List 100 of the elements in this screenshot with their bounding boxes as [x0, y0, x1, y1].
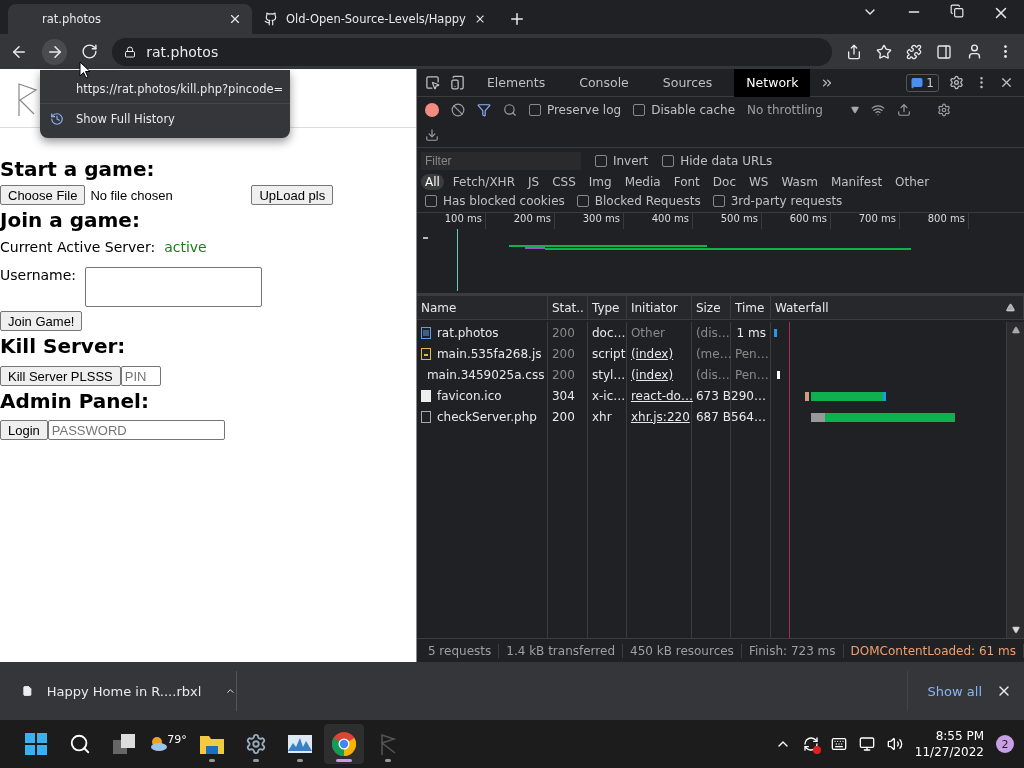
kill-server-button[interactable]: Kill Server PLSSS [0, 366, 121, 386]
settings-icon[interactable] [936, 103, 951, 117]
type-filter[interactable]: Font [669, 174, 704, 190]
scroll-up-icon[interactable] [1011, 326, 1020, 334]
network-icon[interactable] [858, 736, 875, 752]
devtools-tab[interactable]: Elements [474, 68, 558, 97]
download-item[interactable]: Happy Home in R....rbxl [0, 671, 237, 711]
volume-icon[interactable] [886, 736, 903, 752]
clear-icon[interactable] [450, 103, 465, 117]
sync-icon[interactable] [802, 736, 819, 752]
checkbox[interactable]: Hide data URLs [662, 154, 773, 168]
export-icon[interactable] [424, 128, 439, 142]
checkbox[interactable]: Invert [594, 154, 649, 168]
extensions-icon[interactable] [906, 43, 922, 60]
chrome-icon[interactable] [332, 732, 356, 756]
settings-icon[interactable] [949, 75, 964, 90]
table-cell-text: 200 [550, 366, 576, 384]
time-tick: 600 ms [789, 213, 827, 224]
type-filter[interactable]: Wasm [777, 174, 822, 190]
new-tab-icon[interactable] [508, 10, 526, 28]
task-view-icon[interactable] [113, 734, 135, 754]
scroll-down-icon[interactable] [1011, 626, 1020, 634]
issues-counter[interactable]: 1 [906, 73, 939, 92]
windows-icon[interactable] [25, 733, 47, 755]
choose-file-button[interactable]: Choose File [0, 185, 86, 205]
type-filter[interactable]: All [420, 174, 444, 190]
initiator-link[interactable]: react-do… [626, 385, 691, 406]
column-header[interactable]: Initiator [626, 296, 692, 319]
initiator-link[interactable]: (index) [626, 343, 691, 364]
devtools-tab[interactable]: Console [567, 68, 641, 97]
column-header[interactable]: Stat.. [547, 296, 588, 319]
checkbox[interactable]: Disable cache [633, 103, 736, 117]
join-game-button[interactable]: Join Game! [0, 311, 83, 331]
request-name[interactable]: checkServer.php [416, 406, 547, 427]
type-filter[interactable]: Doc [708, 174, 740, 190]
throttling-select[interactable]: No throttling [747, 103, 859, 117]
device-icon[interactable] [449, 75, 465, 90]
checkbox[interactable]: Blocked Requests [576, 194, 701, 208]
chart-app-icon[interactable] [288, 735, 312, 753]
folder-icon[interactable] [200, 734, 224, 754]
inspect-icon[interactable] [424, 75, 440, 90]
column-header[interactable]: Type [587, 296, 627, 319]
column-header[interactable]: Name [416, 296, 548, 319]
filter-icon[interactable] [476, 103, 491, 117]
type-filter[interactable]: CSS [548, 174, 580, 190]
clock[interactable]: 8:55 PM 11/27/2022 [914, 728, 984, 760]
forward-button[interactable] [42, 38, 68, 65]
checkbox[interactable]: Preserve log [528, 103, 622, 117]
search-icon[interactable] [69, 733, 91, 755]
request-name[interactable]: main.3459025a.css [416, 364, 547, 385]
initiator-link[interactable]: xhr.js:220 [626, 406, 691, 427]
type-filter[interactable]: Other [891, 174, 934, 190]
browser-tab[interactable]: rat.photos [8, 4, 252, 34]
weather-icon[interactable] [149, 736, 168, 752]
request-name[interactable]: favicon.ico [416, 385, 547, 406]
request-name[interactable]: main.535fa268.js [416, 343, 547, 364]
username-field[interactable] [85, 267, 263, 307]
devtools-tab[interactable]: Network [734, 68, 811, 97]
initiator-link[interactable]: (index) [626, 364, 691, 385]
browser-tab[interactable]: Old-Open-Source-Levels/Happy [252, 4, 496, 34]
import-icon[interactable] [896, 103, 911, 117]
filter-field[interactable]: Filter [420, 152, 581, 170]
history-item[interactable]: Show Full History [40, 104, 290, 134]
type-filter[interactable]: Media [620, 174, 665, 190]
type-filter[interactable]: Manifest [826, 174, 887, 190]
column-header[interactable]: Size [691, 296, 731, 319]
devtools-tab[interactable]: Sources [650, 68, 725, 97]
password-field[interactable]: PASSWORD [47, 420, 225, 440]
upload-button[interactable]: UpLoad pls [251, 185, 334, 205]
close-icon[interactable] [999, 75, 1014, 90]
keyboard-icon[interactable] [830, 736, 847, 752]
share-icon[interactable] [846, 43, 862, 60]
star-icon[interactable] [876, 43, 892, 60]
column-header[interactable]: Time [730, 296, 771, 319]
table-cell-text: script [590, 345, 626, 363]
type-filter[interactable]: WS [745, 174, 773, 190]
column-header[interactable]: Waterfall [770, 296, 1024, 319]
request-name[interactable]: rat.photos [416, 322, 547, 343]
restore-icon[interactable] [950, 4, 964, 18]
server-label: Current Active Server: [0, 239, 156, 255]
reload-icon[interactable] [81, 43, 99, 60]
file-icon [420, 410, 431, 423]
show-all-link[interactable]: Show all [906, 671, 996, 711]
address-bar[interactable]: rat.photos [112, 37, 832, 66]
side-panel-icon[interactable] [936, 43, 952, 60]
login-button[interactable]: Login [0, 420, 48, 440]
close-icon[interactable] [228, 12, 242, 26]
record-icon[interactable] [424, 103, 439, 117]
network-conditions-icon[interactable] [870, 103, 885, 117]
profile-icon[interactable] [966, 43, 983, 60]
settings-icon[interactable] [245, 733, 267, 755]
checkbox[interactable]: 3rd-party requests [712, 194, 843, 208]
type-filter[interactable]: JS [524, 174, 544, 190]
history-item[interactable]: https://rat.photos/kill.php?pincode= [40, 74, 290, 104]
pin-field[interactable]: PIN [120, 366, 161, 386]
type-filter[interactable]: Img [584, 174, 616, 190]
type-filter[interactable]: Fetch/XHR [448, 174, 519, 190]
time-tick: 200 ms [513, 213, 551, 224]
notification-badge[interactable]: 2 [996, 735, 1014, 753]
checkbox[interactable]: Has blocked cookies [424, 194, 565, 208]
